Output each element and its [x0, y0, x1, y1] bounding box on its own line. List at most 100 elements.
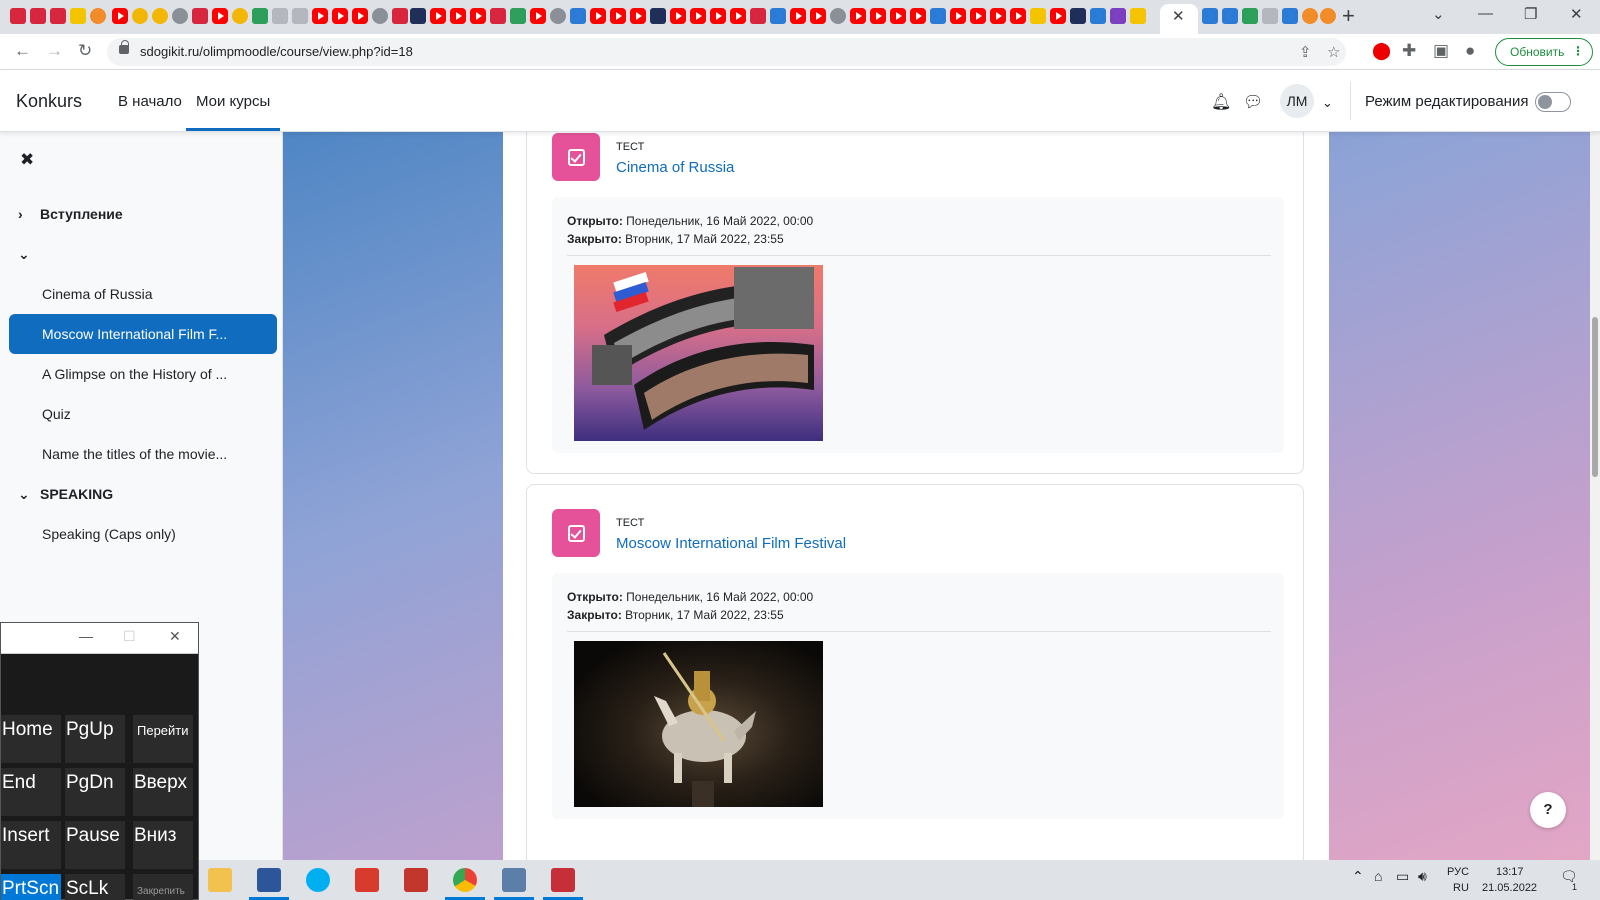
- network-icon[interactable]: ⌂: [1374, 868, 1382, 884]
- notifications-bell-icon[interactable]: 🔔︎: [1211, 92, 1231, 112]
- index-item-quiz[interactable]: Quiz: [9, 394, 277, 434]
- index-item-movie-titles[interactable]: Name the titles of the movie...: [9, 434, 277, 474]
- tab-favicon[interactable]: [232, 8, 248, 24]
- word-icon[interactable]: [249, 868, 289, 900]
- close-tab-icon[interactable]: ✕: [1172, 7, 1185, 25]
- nav-my-courses[interactable]: Мои курсы: [196, 93, 270, 110]
- close-window-icon[interactable]: ✕: [1570, 5, 1583, 23]
- tab-favicon[interactable]: [510, 8, 526, 24]
- lock-icon[interactable]: [119, 40, 129, 54]
- tab-favicon[interactable]: [372, 8, 388, 24]
- tab-favicon[interactable]: [10, 8, 26, 24]
- volume-icon[interactable]: 🔊︎: [1418, 868, 1427, 885]
- tab-favicon[interactable]: [152, 8, 168, 24]
- key-pgup[interactable]: PgUp: [65, 715, 125, 763]
- tab-favicon[interactable]: [1222, 8, 1238, 24]
- tab-favicon[interactable]: [252, 8, 268, 24]
- tab-favicon[interactable]: [90, 8, 106, 24]
- tab-favicon[interactable]: [1010, 8, 1026, 24]
- help-button[interactable]: ?: [1530, 792, 1566, 828]
- tab-favicon[interactable]: [550, 8, 566, 24]
- tab-favicon[interactable]: [690, 8, 706, 24]
- index-item-speaking[interactable]: Speaking (Caps only): [9, 514, 277, 554]
- tab-favicon[interactable]: [870, 8, 886, 24]
- extensions-puzzle-icon[interactable]: ✚: [1402, 41, 1416, 61]
- tab-favicon[interactable]: [1030, 8, 1046, 24]
- tab-favicon[interactable]: [930, 8, 946, 24]
- key-pgdn[interactable]: PgDn: [65, 768, 125, 816]
- battery-icon[interactable]: ▭: [1396, 868, 1409, 885]
- reader-app-icon[interactable]: [355, 868, 379, 892]
- tab-favicon[interactable]: [530, 8, 546, 24]
- index-item-history-glimpse[interactable]: A Glimpse on the History of ...: [9, 354, 277, 394]
- tab-favicon[interactable]: [30, 8, 46, 24]
- osk-close-icon[interactable]: ✕: [169, 628, 181, 645]
- tab-favicon[interactable]: [50, 8, 66, 24]
- tab-favicon[interactable]: [1130, 8, 1146, 24]
- tray-chevron-up-icon[interactable]: ⌃: [1352, 868, 1364, 885]
- chevron-right-icon[interactable]: ›: [18, 206, 40, 222]
- tab-favicon[interactable]: [730, 8, 746, 24]
- reload-icon[interactable]: ↻: [78, 41, 92, 61]
- chevron-down-icon[interactable]: ⌄: [18, 246, 40, 263]
- side-panel-icon[interactable]: ▣: [1433, 41, 1449, 61]
- chrome-icon[interactable]: [445, 868, 485, 900]
- update-browser-button[interactable]: Обновить ⋮: [1495, 38, 1593, 66]
- tab-favicon[interactable]: [850, 8, 866, 24]
- tab-favicon[interactable]: [490, 8, 506, 24]
- osk-minimize-icon[interactable]: —: [79, 628, 93, 644]
- pdf-app-icon[interactable]: [404, 868, 428, 892]
- page-scrollbar[interactable]: [1590, 132, 1600, 860]
- section-speaking[interactable]: ⌄ SPEAKING: [18, 486, 113, 503]
- tab-favicon[interactable]: [1070, 8, 1086, 24]
- edit-mode-toggle[interactable]: [1535, 92, 1571, 112]
- tab-favicon[interactable]: [830, 8, 846, 24]
- tab-favicon[interactable]: [132, 8, 148, 24]
- tab-favicon[interactable]: [392, 8, 408, 24]
- language-indicator-top[interactable]: РУС: [1447, 866, 1469, 878]
- tab-favicon[interactable]: [1050, 8, 1066, 24]
- tab-favicon[interactable]: [790, 8, 806, 24]
- language-indicator-bottom[interactable]: RU: [1453, 882, 1469, 894]
- tab-favicon[interactable]: [1282, 8, 1298, 24]
- tab-favicon[interactable]: [750, 8, 766, 24]
- clock-time[interactable]: 13:17: [1496, 866, 1524, 878]
- nav-home[interactable]: В начало: [118, 93, 182, 110]
- tab-favicon[interactable]: [590, 8, 606, 24]
- file-explorer-icon[interactable]: [208, 868, 232, 892]
- tab-favicon[interactable]: [1320, 8, 1336, 24]
- new-tab-button[interactable]: +: [1342, 3, 1355, 29]
- messages-icon[interactable]: 💬︎: [1243, 92, 1263, 112]
- key-pin[interactable]: Закрепить: [133, 874, 193, 900]
- tab-favicon[interactable]: [430, 8, 446, 24]
- skype-icon[interactable]: [306, 868, 330, 892]
- key-end[interactable]: End: [1, 768, 61, 816]
- tab-favicon[interactable]: [1110, 8, 1126, 24]
- tab-favicon[interactable]: [970, 8, 986, 24]
- tab-favicon[interactable]: [770, 8, 786, 24]
- section-intro[interactable]: › Вступление: [18, 206, 123, 222]
- kebab-menu-icon[interactable]: ⋮: [1572, 44, 1584, 58]
- tab-favicon[interactable]: [192, 8, 208, 24]
- index-item-cinema-of-russia[interactable]: Cinema of Russia: [9, 274, 277, 314]
- tab-favicon[interactable]: [112, 8, 128, 24]
- key-up[interactable]: Вверх: [133, 768, 193, 816]
- tab-favicon[interactable]: [890, 8, 906, 24]
- tab-favicon[interactable]: [910, 8, 926, 24]
- section-unnamed[interactable]: ⌄: [18, 246, 40, 263]
- restore-window-icon[interactable]: ❐: [1524, 5, 1537, 23]
- tab-favicon[interactable]: [650, 8, 666, 24]
- key-sclk[interactable]: ScLk: [65, 874, 125, 900]
- user-menu-chevron-icon[interactable]: ⌄: [1322, 95, 1333, 111]
- tab-favicon[interactable]: [172, 8, 188, 24]
- key-insert[interactable]: Insert: [1, 821, 61, 869]
- tab-favicon[interactable]: [470, 8, 486, 24]
- tab-search-chevron-icon[interactable]: ⌄: [1432, 5, 1445, 23]
- site-brand[interactable]: Konkurs: [16, 91, 82, 112]
- tab-favicon[interactable]: [810, 8, 826, 24]
- close-drawer-icon[interactable]: ✖: [20, 150, 34, 170]
- scrollbar-thumb[interactable]: [1592, 317, 1598, 477]
- profile-icon[interactable]: ●: [1465, 41, 1475, 61]
- opera-extension-icon[interactable]: ⬤: [1372, 41, 1391, 61]
- osk-maximize-icon[interactable]: ☐: [123, 628, 136, 645]
